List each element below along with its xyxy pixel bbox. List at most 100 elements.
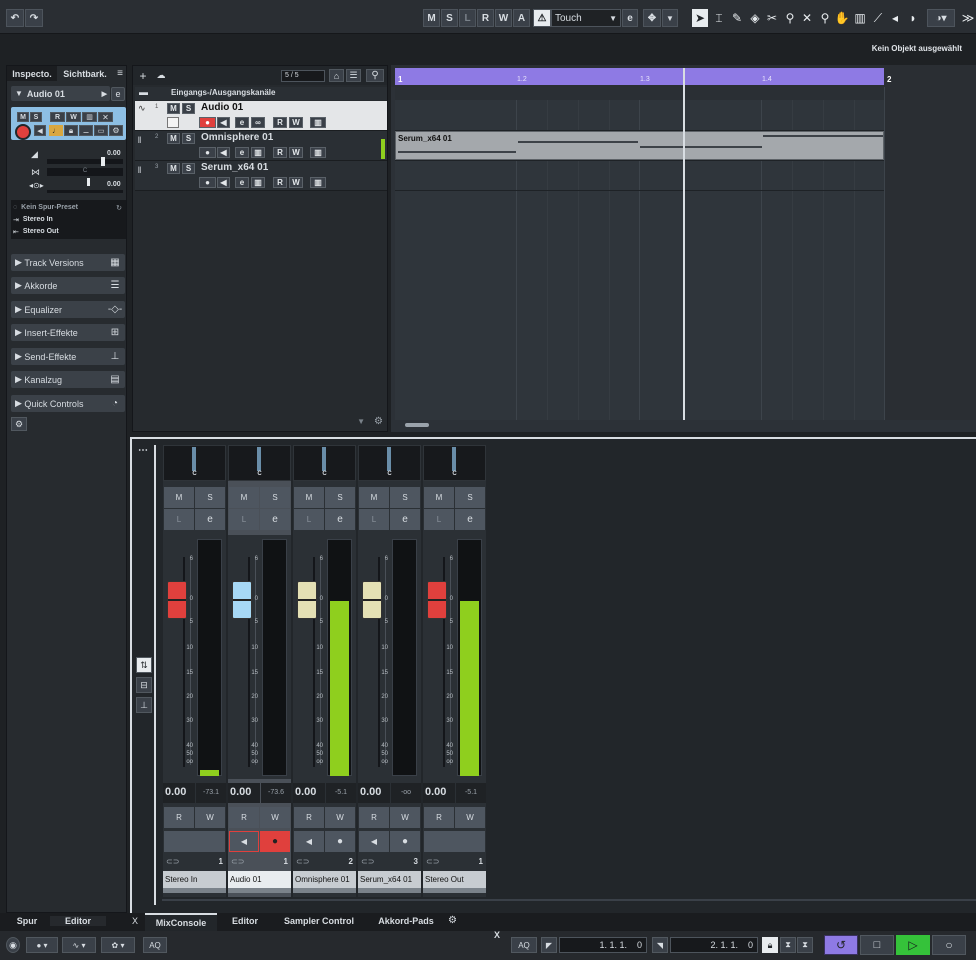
volume-readout[interactable]: 0.00 bbox=[358, 783, 390, 803]
track-monitor-button[interactable]: ◀ bbox=[217, 117, 230, 128]
channel-solo-button[interactable]: S bbox=[390, 487, 420, 508]
tab-visibility[interactable]: Sichtbark. bbox=[59, 66, 111, 81]
snap-toggle-icon[interactable]: ✥ bbox=[643, 9, 661, 27]
channel-mute-button[interactable]: M bbox=[164, 487, 194, 508]
channel-name[interactable]: Audio 01 bbox=[228, 871, 291, 888]
project-window[interactable]: 1 1.2 1.3 1.4 2 Serum_x64 01 bbox=[391, 65, 976, 432]
track-read-button[interactable]: R bbox=[273, 147, 287, 158]
edit-in-place-icon[interactable]: ⚊ bbox=[79, 125, 93, 136]
channel-record-button[interactable]: ● bbox=[325, 831, 355, 852]
stop-button[interactable]: □ bbox=[860, 935, 894, 955]
peak-readout[interactable]: -5.1 bbox=[456, 783, 486, 803]
automation-icon[interactable]: ⚠ bbox=[533, 9, 551, 27]
write-mode-button[interactable]: W bbox=[495, 9, 512, 27]
section-sends[interactable]: ▶ Send-Effekte ⊥ bbox=[11, 348, 125, 365]
tab-sampler-control[interactable]: Sampler Control bbox=[276, 916, 362, 926]
list-icon[interactable]: ☰ bbox=[346, 69, 361, 82]
volume-readout[interactable]: 0.00 bbox=[163, 783, 195, 803]
volume-fader[interactable] bbox=[427, 581, 447, 619]
channel-edit-button[interactable]: e bbox=[390, 509, 420, 530]
channel-write-button[interactable]: W bbox=[325, 807, 355, 828]
fader-view-icon[interactable]: ⇅ bbox=[136, 657, 152, 673]
volume-readout[interactable]: 0.00 bbox=[423, 783, 455, 803]
track-lanes-button[interactable]: ▥ bbox=[310, 117, 326, 128]
channel-name[interactable]: Serum_x64 01 bbox=[358, 871, 421, 888]
channel-edit-button[interactable]: e bbox=[455, 509, 485, 530]
section-channel-strip[interactable]: ▶ Kanalzug ▤ bbox=[11, 371, 125, 388]
track-edit-button[interactable]: e bbox=[235, 117, 249, 128]
undo-button[interactable]: ↶ bbox=[6, 9, 24, 27]
auto-mode-button[interactable]: A bbox=[513, 9, 530, 27]
channel-listen-button[interactable]: L bbox=[229, 509, 259, 530]
punch-in-icon[interactable]: ⧗ bbox=[780, 937, 796, 953]
track-mute-button[interactable]: M bbox=[167, 133, 180, 144]
track-mute-button[interactable]: M bbox=[167, 103, 180, 114]
record-button[interactable]: ○ bbox=[932, 935, 966, 955]
channel-listen-button[interactable]: L bbox=[164, 509, 194, 530]
cycle-button[interactable]: ↺ bbox=[824, 935, 858, 955]
mute-icon[interactable]: ✕ bbox=[799, 9, 815, 27]
color-icon[interactable]: ◗ bbox=[905, 9, 921, 27]
tab-mixconsole[interactable]: MixConsole bbox=[145, 913, 217, 931]
freeze-icon[interactable]: ✕ bbox=[98, 112, 113, 122]
channel-solo-button[interactable]: S bbox=[455, 487, 485, 508]
solo-button[interactable]: S bbox=[30, 112, 42, 122]
output-routing[interactable]: ⇤ Stereo Out bbox=[13, 226, 124, 237]
channel-mute-button[interactable]: M bbox=[294, 487, 324, 508]
pan-slider[interactable]: C bbox=[47, 168, 123, 176]
pointer-icon[interactable]: ➤ bbox=[692, 9, 708, 27]
track-instrument-button[interactable]: ▥ bbox=[251, 177, 265, 188]
mute-button[interactable]: M bbox=[17, 112, 29, 122]
channel-edit-button[interactable]: e bbox=[260, 509, 290, 530]
horizontal-scrollbar[interactable] bbox=[405, 423, 429, 427]
channel-mute-button[interactable]: M bbox=[229, 487, 259, 508]
section-chords[interactable]: ▶ Akkorde ☰ bbox=[11, 277, 125, 294]
channel-read-button[interactable]: R bbox=[424, 807, 454, 828]
channel-read-button[interactable]: R bbox=[359, 807, 389, 828]
folder-track[interactable]: ▬ Eingangs-/Ausgangskanäle bbox=[135, 87, 387, 100]
volume-value[interactable]: 0.00 bbox=[107, 150, 121, 157]
section-track-versions[interactable]: ▶ Track Versions ▦ bbox=[11, 254, 125, 271]
timebase-icon[interactable]: ♩ bbox=[49, 125, 63, 136]
pencil-icon[interactable]: ✎ bbox=[729, 9, 745, 27]
read-mode-button[interactable]: R bbox=[477, 9, 494, 27]
channel-listen-button[interactable]: L bbox=[359, 509, 389, 530]
sends-view-icon[interactable]: ⊥ bbox=[136, 697, 152, 713]
channel-monitor-button[interactable]: ◀ bbox=[294, 831, 324, 852]
track-solo-button[interactable]: S bbox=[182, 163, 195, 174]
activity-icon[interactable]: ◉ bbox=[6, 937, 20, 953]
channel-mute-button[interactable]: M bbox=[359, 487, 389, 508]
record-mode-button[interactable]: ● ▾ bbox=[26, 937, 58, 953]
track-record-button[interactable]: ● bbox=[199, 147, 216, 158]
channel-write-button[interactable]: W bbox=[390, 807, 420, 828]
scissors-icon[interactable]: ✂ bbox=[764, 9, 780, 27]
track-write-button[interactable]: W bbox=[289, 147, 303, 158]
edit-channel-icon[interactable]: e bbox=[111, 87, 125, 101]
volume-fader[interactable] bbox=[167, 581, 187, 619]
monitor-icon[interactable]: ◀ bbox=[34, 125, 46, 136]
channel-solo-button[interactable]: S bbox=[325, 487, 355, 508]
track-read-button[interactable]: R bbox=[273, 177, 287, 188]
channel-read-button[interactable]: R bbox=[164, 807, 194, 828]
auto-quantize-left-button[interactable]: AQ bbox=[143, 937, 167, 953]
track-write-button[interactable]: W bbox=[289, 177, 303, 188]
right-locator-value[interactable]: 2. 1. 1. 0 bbox=[670, 937, 758, 953]
redo-button[interactable]: ↷ bbox=[25, 9, 43, 27]
track-solo-button[interactable]: S bbox=[182, 133, 195, 144]
track-row[interactable]: ∿ 1 M S Audio 01 ● ◀ e ∞ R W ▥ bbox=[135, 101, 387, 131]
volume-fader[interactable] bbox=[362, 581, 382, 619]
tab-editor-left[interactable]: Editor bbox=[50, 916, 106, 926]
line-icon[interactable]: ⟋ bbox=[870, 9, 886, 27]
volume-fader[interactable] bbox=[232, 581, 252, 619]
channel-name[interactable]: Stereo In bbox=[163, 871, 226, 888]
lock-icon[interactable]: 🔒︎ bbox=[762, 937, 778, 953]
inspector-settings-icon[interactable]: ⚙ bbox=[11, 417, 27, 431]
hand-icon[interactable]: ✋ bbox=[834, 9, 850, 27]
track-solo-button[interactable]: S bbox=[182, 103, 195, 114]
peak-readout[interactable]: -73.1 bbox=[196, 783, 226, 803]
left-locator-icon[interactable]: ◤ bbox=[541, 937, 557, 953]
channel-solo-button[interactable]: S bbox=[195, 487, 225, 508]
tabs-settings-icon[interactable]: ⚙ bbox=[448, 915, 457, 926]
track-lanes-button[interactable]: ▥ bbox=[310, 147, 326, 158]
menu-icon[interactable]: ≡ bbox=[113, 66, 127, 81]
